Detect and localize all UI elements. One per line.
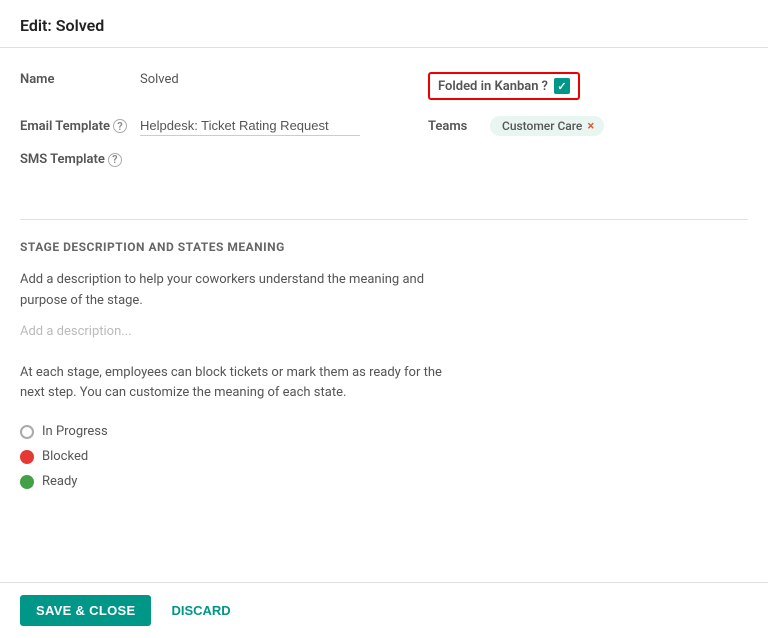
name-label: Name: [20, 72, 140, 87]
form-container: Name Solved Folded in Kanban ? Email Tem…: [0, 48, 768, 211]
tag-text: Customer Care: [502, 119, 582, 133]
state-info-text: At each stage, employees can block ticke…: [20, 363, 480, 405]
teams-section: Teams Customer Care ×: [428, 116, 604, 136]
email-template-field-left: Email Template ?: [20, 116, 428, 136]
state-ready-label: Ready: [42, 474, 77, 489]
email-template-label: Email Template ?: [20, 119, 140, 134]
description-input-placeholder[interactable]: Add a description...: [20, 324, 748, 339]
stage-section: STAGE DESCRIPTION AND STATES MEANING Add…: [0, 219, 768, 489]
folded-kanban-area: Folded in Kanban ?: [428, 72, 748, 100]
sms-template-help-icon[interactable]: ?: [108, 153, 122, 167]
dot-in-progress: [20, 425, 34, 439]
sms-template-row: SMS Template ?: [20, 152, 748, 167]
stage-section-title: STAGE DESCRIPTION AND STATES MEANING: [20, 240, 748, 254]
tag-close-icon[interactable]: ×: [587, 120, 594, 133]
name-value: Solved: [140, 72, 179, 87]
folded-kanban-box: Folded in Kanban ?: [428, 72, 580, 100]
email-template-help-icon[interactable]: ?: [113, 119, 127, 133]
teams-field-right: Teams Customer Care ×: [428, 116, 748, 136]
state-blocked: Blocked: [20, 449, 748, 464]
name-row: Name Solved Folded in Kanban ?: [20, 72, 748, 100]
email-template-row: Email Template ? Teams Customer Care ×: [20, 116, 748, 136]
state-in-progress-label: In Progress: [42, 424, 108, 439]
states-list: In Progress Blocked Ready: [20, 424, 748, 489]
state-ready: Ready: [20, 474, 748, 489]
stage-description-hint: Add a description to help your coworkers…: [20, 270, 480, 312]
folded-kanban-label: Folded in Kanban ?: [438, 79, 548, 94]
sms-template-field-left: SMS Template ?: [20, 152, 748, 167]
sms-template-label: SMS Template ?: [20, 152, 140, 167]
customer-care-tag: Customer Care ×: [490, 116, 604, 136]
page-title: Edit: Solved: [20, 16, 104, 35]
email-template-value[interactable]: [140, 116, 360, 136]
folded-kanban-help-icon[interactable]: ?: [542, 79, 548, 94]
save-close-button[interactable]: SAVE & CLOSE: [20, 595, 151, 626]
folded-kanban-checkbox[interactable]: [554, 78, 570, 94]
state-in-progress: In Progress: [20, 424, 748, 439]
dot-ready: [20, 475, 34, 489]
discard-button[interactable]: DISCARD: [167, 595, 234, 626]
stage-divider: [20, 219, 748, 220]
page-header: Edit: Solved: [0, 0, 768, 48]
dot-blocked: [20, 450, 34, 464]
name-field-left: Name Solved: [20, 72, 428, 87]
state-blocked-label: Blocked: [42, 449, 88, 464]
footer: SAVE & CLOSE DISCARD: [0, 582, 768, 638]
email-template-input[interactable]: [140, 116, 360, 136]
teams-label: Teams: [428, 119, 478, 134]
